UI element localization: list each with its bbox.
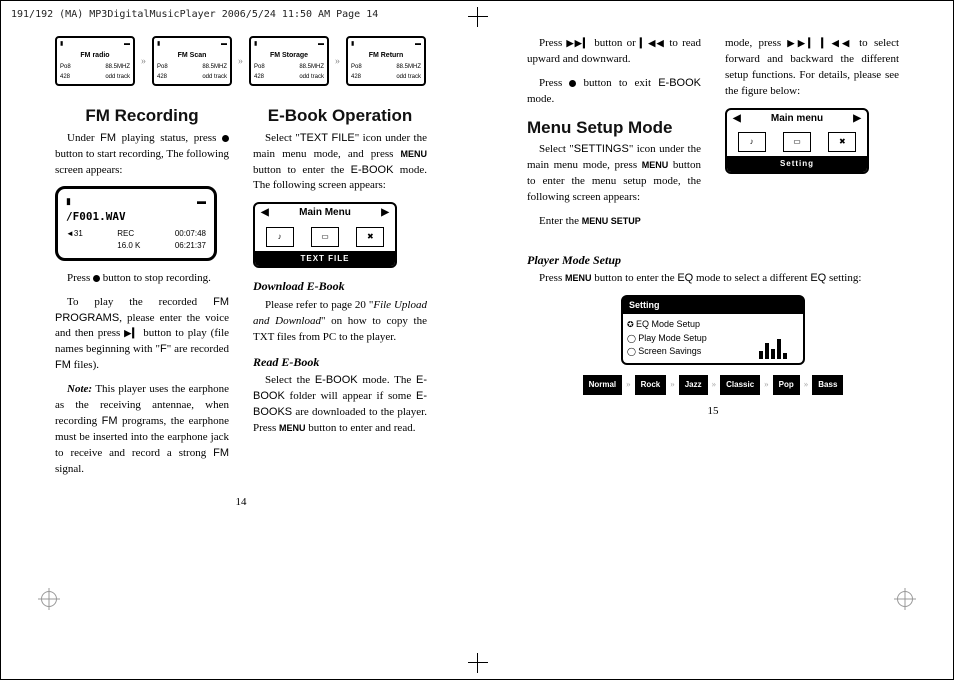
fm-recording-heading: FM Recording	[55, 104, 229, 129]
player-mode-heading: Player Mode Setup	[527, 252, 899, 269]
arrow-icon: »	[670, 378, 675, 391]
lcd-screen: ▮▬FM radioPo888.5MHZ428odd track	[55, 36, 135, 86]
body-text: Select "TEXT FILE" icon under the main m…	[253, 131, 427, 195]
recording-lcd: ▮▬ /F001.WAV ◄31REC16.0 K00:07:4806:21:3…	[55, 186, 217, 260]
music-icon: ♪	[738, 132, 766, 152]
page-15: Press ▶▶▎ button or ▎◀◀ to read upward a…	[527, 36, 899, 508]
triangle-right-icon: ▶	[381, 206, 389, 221]
tool-icon: ✖	[356, 227, 384, 247]
manual-spread: 191/192 (MA) MP3DigitalMusicPlayer 2006/…	[0, 0, 954, 680]
back-button-icon: ▎◀◀	[640, 38, 665, 48]
eq-bars-icon	[755, 314, 803, 363]
stop-button-icon	[93, 275, 100, 282]
record-button-icon	[222, 135, 229, 142]
eq-mode-row: Normal» Rock» Jazz» Classic» Pop» Bass	[527, 375, 899, 395]
music-icon: ♪	[266, 227, 294, 247]
arrow-icon: »	[141, 56, 146, 67]
full-width-section: Player Mode Setup Press MENU button to e…	[527, 244, 899, 394]
arrow-icon: »	[335, 56, 340, 67]
crop-mark-icon	[468, 7, 488, 27]
settings-option: Screen Savings	[627, 345, 751, 359]
arrow-icon: »	[626, 378, 631, 391]
eq-chip: Normal	[583, 375, 623, 395]
arrow-icon: »	[764, 378, 769, 391]
body-text: Under FM playing status, press button to…	[55, 131, 229, 179]
settings-lcd: Setting EQ Mode Setup Play Mode Setup Sc…	[621, 295, 805, 365]
eq-chip: Jazz	[679, 375, 708, 395]
body-text: Select "SETTINGS" icon under the main me…	[527, 142, 701, 206]
body-text: To play the recorded FM PROGRAMS, please…	[55, 295, 229, 375]
body-text: mode, press ▶▶▎ ▎◀◀ to select forward an…	[725, 36, 899, 100]
arrow-icon: »	[238, 56, 243, 67]
menu-setup-heading: Menu Setup Mode	[527, 116, 701, 141]
file-icon: ▭	[311, 227, 339, 247]
lcd-screen: ▮▬FM ReturnPo888.5MHZ428odd track	[346, 36, 426, 86]
triangle-left-icon: ◀	[733, 112, 741, 127]
column-right: mode, press ▶▶▎ ▎◀◀ to select forward an…	[725, 36, 899, 238]
ebook-heading: E-Book Operation	[253, 104, 427, 129]
registration-mark-icon	[41, 591, 57, 607]
eq-chip: Bass	[812, 375, 843, 395]
triangle-left-icon: ◀	[261, 206, 269, 221]
main-menu-lcd: ◀Main menu▶ ♪▭✖ Setting	[725, 108, 869, 174]
settings-option: Play Mode Setup	[627, 332, 751, 346]
play-button-icon: ▶▎	[124, 328, 139, 338]
body-text: Press button to exit E-BOOK mode.	[527, 76, 701, 108]
file-icon: ▭	[783, 132, 811, 152]
eq-chip: Classic	[720, 375, 760, 395]
arrow-icon: »	[712, 378, 717, 391]
page-number: 15	[527, 405, 899, 417]
body-text: Press ▶▶▎ button or ▎◀◀ to read upward a…	[527, 36, 701, 68]
settings-option: EQ Mode Setup	[627, 318, 751, 332]
body-text: Please refer to page 20 "File Upload and…	[253, 298, 427, 346]
body-text: Select the E-BOOK mode. The E-BOOK folde…	[253, 373, 427, 437]
body-text: Note: This player uses the earphone as t…	[55, 382, 229, 478]
column-right: E-Book Operation Select "TEXT FILE" icon…	[253, 104, 427, 486]
triangle-right-icon: ▶	[853, 112, 861, 127]
eq-chip: Pop	[773, 375, 800, 395]
read-ebook-heading: Read E-Book	[253, 354, 427, 371]
column-left: Press ▶▶▎ button or ▎◀◀ to read upward a…	[527, 36, 701, 238]
arrow-icon: »	[804, 378, 809, 391]
eq-chip: Rock	[635, 375, 667, 395]
download-ebook-heading: Download E-Book	[253, 278, 427, 295]
main-menu-lcd: ◀Main Menu▶ ♪▭✖ TEXT FILE	[253, 202, 397, 268]
lcd-screen: ▮▬FM ScanPo888.5MHZ428odd track	[152, 36, 232, 86]
tool-icon: ✖	[828, 132, 856, 152]
page-number: 14	[55, 496, 427, 508]
crop-mark-icon	[468, 653, 488, 673]
nav-buttons-icon: ▶▶▎ ▎◀◀	[787, 38, 852, 48]
fm-screens-row: ▮▬FM radioPo888.5MHZ428odd track » ▮▬FM …	[55, 36, 427, 86]
page-14: ▮▬FM radioPo888.5MHZ428odd track » ▮▬FM …	[55, 36, 427, 508]
lcd-screen: ▮▬FM StoragePo888.5MHZ428odd track	[249, 36, 329, 86]
body-text: Press MENU button to enter the EQ mode t…	[527, 271, 899, 287]
forward-button-icon: ▶▶▎	[566, 38, 590, 48]
body-text: Press button to stop recording.	[55, 271, 229, 287]
registration-mark-icon	[897, 591, 913, 607]
column-left: FM Recording Under FM playing status, pr…	[55, 104, 229, 486]
body-text: Enter the MENU SETUP	[527, 214, 701, 230]
